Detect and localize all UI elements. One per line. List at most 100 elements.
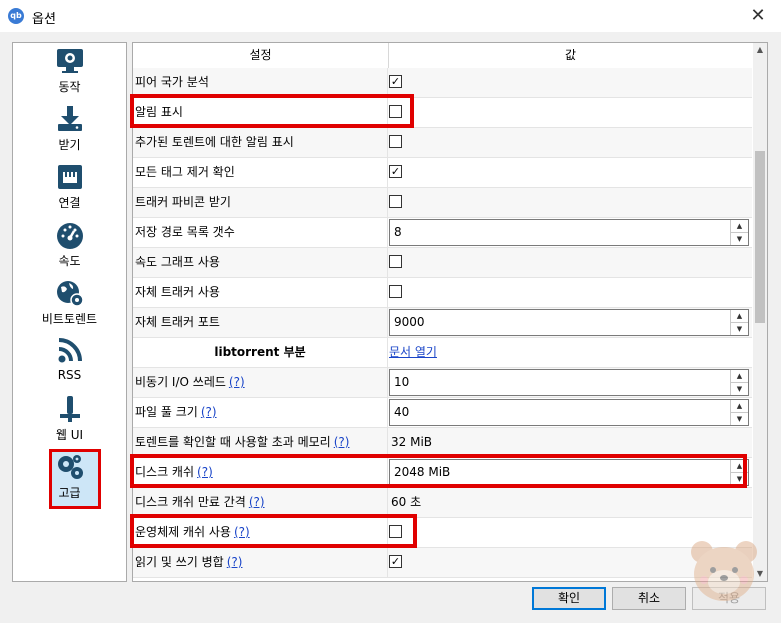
spinbox-value[interactable]: 9000 xyxy=(394,310,425,335)
setting-label-text: 알림 표시 xyxy=(135,105,183,119)
spin-up-arrow-icon[interactable]: ▲ xyxy=(731,310,748,323)
setting-label-text: 속도 그래프 사용 xyxy=(135,255,220,269)
setting-checkbox[interactable] xyxy=(389,135,402,148)
setting-label: 자체 트래커 포트 xyxy=(133,308,388,337)
spin-down-arrow-icon[interactable]: ▼ xyxy=(731,413,748,425)
table-row[interactable]: 토렌트를 확인할 때 사용할 초과 메모리 (?) 32 MiB xyxy=(133,428,752,458)
table-row[interactable]: 모든 태그 제거 확인 ✓ xyxy=(133,158,752,188)
monitor-gear-icon xyxy=(56,49,83,73)
setting-label-text: 디스크 캐쉬 xyxy=(135,465,195,479)
table-row[interactable]: 저장 경로 목록 갯수 8 ▲ ▼ xyxy=(133,218,752,248)
help-link[interactable]: (?) xyxy=(234,525,250,539)
setting-label: 디스크 캐쉬 만료 간격 (?) xyxy=(133,488,388,517)
spin-up-arrow-icon[interactable]: ▲ xyxy=(731,400,748,413)
setting-label-text: 자체 트래커 포트 xyxy=(135,315,220,329)
sidebar-item-bittorrent[interactable]: 비트토렌트 xyxy=(13,279,126,327)
setting-value xyxy=(389,248,752,277)
bear-mascot-logo xyxy=(691,541,757,601)
cancel-button[interactable]: 취소 xyxy=(612,587,686,610)
setting-spinbox[interactable]: 9000 ▲ ▼ xyxy=(389,309,749,336)
setting-label: 모든 태그 제거 확인 xyxy=(133,158,388,187)
spin-up-arrow-icon[interactable]: ▲ xyxy=(731,370,748,383)
spin-down-arrow-icon[interactable]: ▼ xyxy=(731,473,748,485)
help-link[interactable]: (?) xyxy=(229,375,245,389)
globe-gear-icon xyxy=(56,281,84,307)
setting-value xyxy=(389,128,752,157)
setting-spinbox[interactable]: 10 ▲ ▼ xyxy=(389,369,749,396)
setting-label: 피어 국가 분석 xyxy=(133,68,388,97)
spinbox-arrows: ▲ ▼ xyxy=(730,400,748,425)
setting-checkbox[interactable] xyxy=(389,255,402,268)
setting-label-text: 추가된 토렌트에 대한 알림 표시 xyxy=(135,135,294,149)
setting-value: 문서 열기 xyxy=(389,338,752,367)
setting-label: 토렌트를 확인할 때 사용할 초과 메모리 (?) xyxy=(133,428,388,457)
column-header-setting[interactable]: 설정 xyxy=(133,43,389,69)
table-row[interactable]: 디스크 캐쉬 만료 간격 (?) 60 초 xyxy=(133,488,752,518)
scroll-up-arrow-icon[interactable]: ▲ xyxy=(753,43,767,57)
sidebar-item-rss[interactable]: RSS xyxy=(13,337,126,382)
sidebar-item-connection[interactable]: 연결 xyxy=(13,163,126,211)
ok-button[interactable]: 확인 xyxy=(532,587,606,610)
spin-down-arrow-icon[interactable]: ▼ xyxy=(731,383,748,395)
table-row[interactable]: 디스크 캐쉬 (?) 2048 MiB ▲ ▼ xyxy=(133,458,752,488)
spin-up-arrow-icon[interactable]: ▲ xyxy=(731,460,748,473)
setting-label: 디스크 캐쉬 (?) xyxy=(133,458,388,487)
table-row[interactable]: 자체 트래커 포트 9000 ▲ ▼ xyxy=(133,308,752,338)
help-link[interactable]: (?) xyxy=(227,555,243,569)
setting-label-text: 토렌트를 확인할 때 사용할 초과 메모리 xyxy=(135,435,331,449)
sidebar-item-label: RSS xyxy=(57,368,82,382)
setting-label-text: 자체 트래커 사용 xyxy=(135,285,220,299)
scrollbar-thumb[interactable] xyxy=(755,151,765,323)
close-button[interactable]: ✕ xyxy=(735,0,781,32)
setting-label-text: 저장 경로 목록 갯수 xyxy=(135,225,235,239)
table-row[interactable]: libtorrent 부분 문서 열기 xyxy=(133,338,752,368)
table-row[interactable]: 피어 국가 분석 ✓ xyxy=(133,68,752,98)
table-row[interactable]: 파일 풀 크기 (?) 40 ▲ ▼ xyxy=(133,398,752,428)
setting-value xyxy=(389,188,752,217)
setting-checkbox[interactable] xyxy=(389,195,402,208)
sidebar-item-advanced[interactable]: 고급 xyxy=(13,453,126,501)
table-row[interactable]: 비동기 I/O 쓰레드 (?) 10 ▲ ▼ xyxy=(133,368,752,398)
sidebar-item-speed[interactable]: 속도 xyxy=(13,221,126,269)
setting-value-text[interactable]: 60 초 xyxy=(391,488,421,517)
setting-checkbox[interactable] xyxy=(389,105,402,118)
setting-checkbox[interactable]: ✓ xyxy=(389,165,402,178)
setting-spinbox[interactable]: 2048 MiB ▲ ▼ xyxy=(389,459,749,486)
setting-checkbox[interactable]: ✓ xyxy=(389,555,402,568)
setting-value: 10 ▲ ▼ xyxy=(389,368,752,397)
help-link[interactable]: (?) xyxy=(197,465,213,479)
table-row[interactable]: 트래커 파비콘 받기 xyxy=(133,188,752,218)
table-row[interactable]: 추가된 토렌트에 대한 알림 표시 xyxy=(133,128,752,158)
table-row[interactable]: 속도 그래프 사용 xyxy=(133,248,752,278)
sidebar-item-downloads[interactable]: 받기 xyxy=(13,105,126,153)
setting-checkbox[interactable] xyxy=(389,525,402,538)
table-row[interactable]: 알림 표시 xyxy=(133,98,752,128)
setting-checkbox[interactable]: ✓ xyxy=(389,75,402,88)
help-link[interactable]: (?) xyxy=(249,495,265,509)
spinbox-value[interactable]: 40 xyxy=(394,400,409,425)
setting-label-text: 운영체제 캐쉬 사용 xyxy=(135,525,231,539)
help-link[interactable]: (?) xyxy=(334,435,350,449)
table-row[interactable]: 자체 트래커 사용 xyxy=(133,278,752,308)
spinbox-value[interactable]: 8 xyxy=(394,220,402,245)
open-documentation-link[interactable]: 문서 열기 xyxy=(389,338,437,367)
setting-checkbox[interactable] xyxy=(389,285,402,298)
table-row[interactable]: 운영체제 캐쉬 사용 (?) xyxy=(133,518,752,548)
help-link[interactable]: (?) xyxy=(201,405,217,419)
column-header-value[interactable]: 값 xyxy=(389,43,752,69)
sidebar-item-label: 동작 xyxy=(58,80,81,94)
sidebar-item-webui[interactable]: 웹 UI xyxy=(13,395,126,443)
spinbox-arrows: ▲ ▼ xyxy=(730,370,748,395)
table-row[interactable]: 읽기 및 쓰기 병합 (?) ✓ xyxy=(133,548,752,578)
spinbox-value[interactable]: 10 xyxy=(394,370,409,395)
spinbox-value[interactable]: 2048 MiB xyxy=(394,460,450,485)
sidebar-item-behavior[interactable]: 동작 xyxy=(13,47,126,95)
spinbox-arrows: ▲ ▼ xyxy=(730,220,748,245)
spin-up-arrow-icon[interactable]: ▲ xyxy=(731,220,748,233)
setting-spinbox[interactable]: 8 ▲ ▼ xyxy=(389,219,749,246)
spin-down-arrow-icon[interactable]: ▼ xyxy=(731,233,748,245)
setting-spinbox[interactable]: 40 ▲ ▼ xyxy=(389,399,749,426)
spin-down-arrow-icon[interactable]: ▼ xyxy=(731,323,748,335)
vertical-scrollbar[interactable]: ▲ ▼ xyxy=(753,43,767,581)
setting-value-text[interactable]: 32 MiB xyxy=(391,428,432,457)
